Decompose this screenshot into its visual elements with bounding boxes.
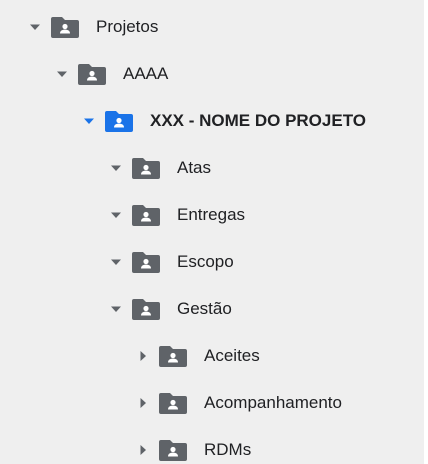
shared-folder-icon (159, 439, 187, 461)
caret-down-icon[interactable] (110, 303, 122, 315)
tree-item[interactable]: RDMs (137, 433, 251, 464)
tree-item[interactable]: Atas (110, 151, 211, 185)
caret-down-icon[interactable] (110, 209, 122, 221)
caret-down-icon[interactable] (110, 162, 122, 174)
tree-item-label: Atas (177, 158, 212, 177)
tree-item-label: Acompanhamento (204, 393, 342, 412)
shared-folder-icon (132, 157, 160, 179)
shared-folder-icon (78, 63, 106, 85)
shared-folder-icon (132, 204, 160, 226)
shared-folder-icon (105, 110, 133, 132)
tree-item[interactable]: Escopo (110, 245, 234, 279)
caret-right-icon[interactable] (137, 350, 149, 362)
folder-tree: Projetos AAAA XXX - NOME DO PROJETO Atas Ent… (0, 0, 424, 464)
tree-item-label: XXX - NOME DO PROJETO (150, 111, 367, 130)
tree-item-label: Escopo (177, 252, 234, 271)
tree-item[interactable]: XXX - NOME DO PROJETO (83, 104, 366, 138)
tree-item-label: RDMs (204, 440, 252, 459)
tree-item-label: Projetos (96, 17, 159, 36)
tree-item[interactable]: Projetos (29, 10, 158, 44)
tree-item[interactable]: AAAA (56, 57, 168, 91)
caret-down-icon[interactable] (29, 21, 41, 33)
caret-down-icon[interactable] (83, 115, 95, 127)
tree-item[interactable]: Gestão (110, 292, 232, 326)
shared-folder-icon (132, 298, 160, 320)
shared-folder-icon (51, 16, 79, 38)
tree-item-label: Gestão (177, 299, 232, 318)
tree-item[interactable]: Acompanhamento (137, 386, 342, 420)
tree-item[interactable]: Entregas (110, 198, 245, 232)
tree-item-label: Aceites (204, 346, 260, 365)
tree-item-label: Entregas (177, 205, 246, 224)
caret-down-icon[interactable] (56, 68, 68, 80)
shared-folder-icon (159, 345, 187, 367)
tree-item-label: AAAA (123, 64, 169, 83)
tree-item[interactable]: Aceites (137, 339, 260, 373)
caret-right-icon[interactable] (137, 397, 149, 409)
caret-down-icon[interactable] (110, 256, 122, 268)
caret-right-icon[interactable] (137, 444, 149, 456)
shared-folder-icon (132, 251, 160, 273)
shared-folder-icon (159, 392, 187, 414)
